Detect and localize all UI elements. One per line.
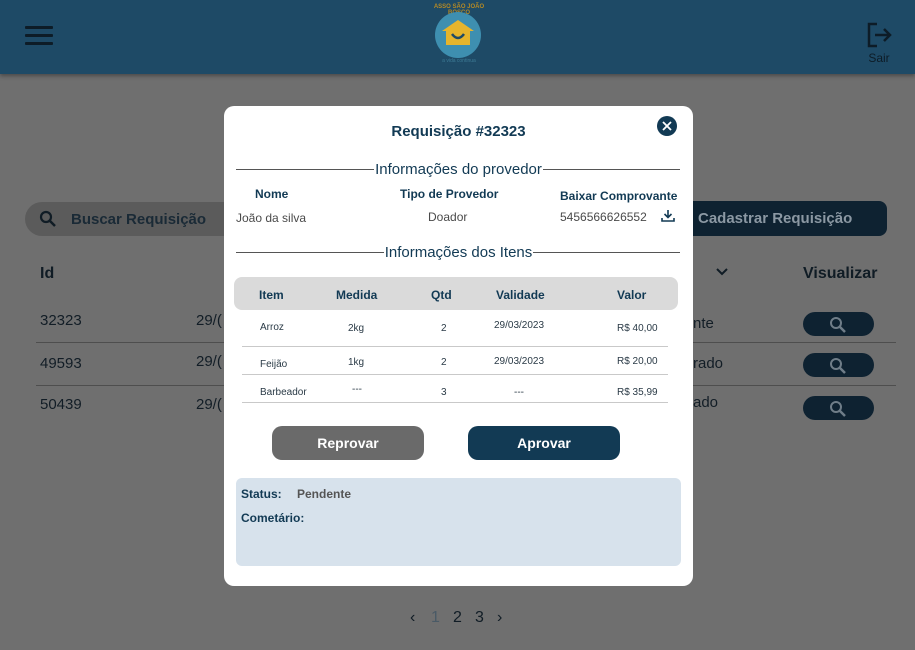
graduation-house-icon: [442, 20, 474, 45]
item-validity: 29/03/2023: [494, 356, 545, 367]
view-button[interactable]: [803, 312, 874, 336]
row-status: rado: [693, 355, 724, 372]
search-icon: [830, 358, 846, 374]
item-row-divider: [242, 402, 668, 403]
items-col-validity: Validade: [496, 288, 545, 302]
item-validity: ---: [514, 387, 524, 398]
items-section-title: Informações dos Itens: [383, 244, 534, 261]
status-panel: Status: Pendente Cometário:: [236, 478, 681, 566]
provider-name-value: João da silva: [236, 211, 307, 225]
item-measure: 2kg: [348, 323, 365, 334]
chevron-down-icon[interactable]: [716, 267, 728, 277]
view-button[interactable]: [803, 396, 874, 420]
items-col-item: Item: [259, 288, 284, 302]
item-value: R$ 35,99: [617, 387, 658, 398]
modal-title: Requisição #32323: [391, 123, 526, 140]
logo: ASSO SÃO JOÃO BOSCO a vida continua: [427, 2, 491, 66]
row-date: 29/(: [196, 396, 222, 413]
receipt-number: 5456566626552: [560, 210, 647, 224]
items-col-measure: Medida: [336, 288, 378, 302]
logo-subtitle: a vida continua: [442, 58, 476, 64]
comment-label: Cometário:: [241, 511, 305, 525]
logout-label: Sair: [868, 51, 890, 65]
item-value: R$ 20,00: [617, 356, 658, 367]
item-measure: 1kg: [348, 357, 365, 368]
search-icon: [39, 210, 56, 227]
pagination-page-3[interactable]: 3: [475, 609, 484, 627]
receipt-label: Baixar Comprovante: [560, 189, 678, 203]
item-qty: 2: [441, 357, 447, 368]
pagination-page-1[interactable]: 1: [431, 609, 440, 627]
provider-section-title: Informações do provedor: [374, 161, 543, 178]
item-name: Feijão: [260, 359, 288, 370]
item-name: Barbeador: [260, 387, 307, 398]
reject-button[interactable]: Reprovar: [272, 426, 424, 460]
status-value: Pendente: [297, 487, 352, 501]
approve-button[interactable]: Aprovar: [468, 426, 620, 460]
search-icon: [830, 317, 846, 333]
item-value: R$ 40,00: [617, 323, 658, 334]
item-qty: 3: [441, 387, 447, 398]
item-validity: 29/03/2023: [494, 320, 545, 331]
pagination-next[interactable]: ›: [497, 609, 502, 627]
item-measure: ---: [352, 384, 362, 395]
download-icon[interactable]: [661, 209, 675, 222]
search-placeholder: Buscar Requisição: [71, 211, 207, 228]
status-label: Status:: [241, 487, 282, 501]
pagination-prev[interactable]: ‹: [410, 609, 415, 627]
column-header-view: Visualizar: [803, 265, 878, 282]
close-button[interactable]: [657, 116, 677, 136]
item-qty: 2: [441, 323, 447, 334]
row-id: 32323: [40, 312, 82, 329]
view-button[interactable]: [803, 353, 874, 377]
row-id: 49593: [40, 355, 82, 372]
items-table-header: Item Medida Qtd Validade Valor: [234, 277, 678, 310]
logout-button[interactable]: Sair: [862, 22, 896, 65]
item-row-divider: [242, 346, 668, 347]
row-id: 50439: [40, 396, 82, 413]
row-status: ado: [693, 394, 719, 411]
row-date: 29/(: [196, 353, 222, 370]
request-details-modal: Requisição #32323 Informações do provedo…: [224, 106, 693, 586]
provider-type-label: Tipo de Provedor: [400, 187, 499, 201]
column-header-id: Id: [40, 265, 55, 282]
logout-icon: [867, 22, 892, 48]
item-row-divider: [242, 374, 668, 375]
items-col-qty: Qtd: [431, 288, 452, 302]
row-date: 29/(: [196, 312, 222, 329]
close-icon: [662, 121, 672, 131]
hamburger-menu-icon[interactable]: [25, 26, 53, 46]
row-status: nte: [693, 315, 714, 332]
search-icon: [830, 401, 846, 417]
provider-type-value: Doador: [428, 210, 468, 224]
items-col-value: Valor: [617, 288, 647, 302]
pagination-page-2[interactable]: 2: [453, 609, 462, 627]
provider-name-label: Nome: [255, 187, 289, 201]
app-header: ASSO SÃO JOÃO BOSCO a vida continua Sair: [0, 0, 915, 74]
item-name: Arroz: [260, 322, 284, 333]
